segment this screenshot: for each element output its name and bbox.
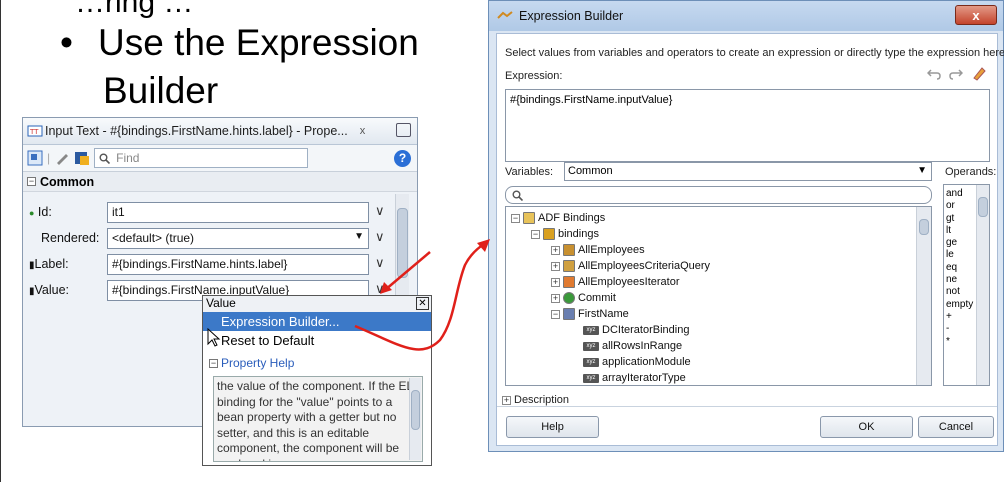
arrowhead-icon <box>477 239 490 252</box>
slide-canvas: …ring … • Use the Expression Builder TT I… <box>0 0 1004 482</box>
arrowhead-icon <box>380 282 392 294</box>
annotation-arrows <box>354 239 490 351</box>
arrow-to-value-chevron <box>384 251 431 291</box>
